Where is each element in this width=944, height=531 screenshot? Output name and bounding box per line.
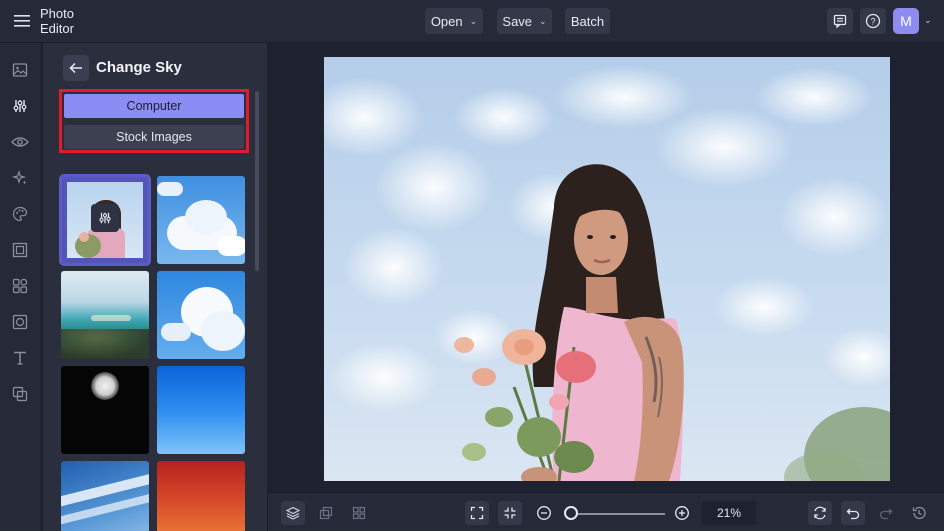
back-button[interactable]: [63, 55, 89, 81]
text-icon[interactable]: [9, 347, 31, 369]
change-sky-panel: Change Sky Computer Stock Images: [43, 43, 267, 531]
panel-scrollbar[interactable]: [255, 91, 259, 271]
redo-button[interactable]: [874, 501, 898, 525]
zoom-out-icon: [537, 506, 551, 520]
save-menu-button[interactable]: Save ⌄: [497, 8, 552, 34]
arrow-left-icon: [69, 62, 82, 74]
layers-button[interactable]: [281, 501, 305, 525]
help-button[interactable]: ?: [860, 8, 886, 34]
redo-icon: [879, 508, 893, 520]
chevron-down-icon: ⌄: [539, 15, 547, 26]
portrait-photo: [324, 57, 890, 481]
photo-canvas[interactable]: [324, 57, 890, 481]
sky-thumbnail-moon[interactable]: [61, 366, 149, 454]
adjustments-icon[interactable]: [9, 95, 31, 117]
avatar-initial: M: [900, 13, 912, 29]
collapse-icon: [504, 507, 516, 519]
sky-thumbnail-blue-gradient[interactable]: [157, 366, 245, 454]
refresh-icon: [814, 506, 826, 520]
batch-label: Batch: [570, 13, 605, 29]
stock-images-label: Stock Images: [116, 130, 192, 144]
zoom-out-button[interactable]: [532, 501, 556, 525]
frame-icon[interactable]: [9, 239, 31, 261]
zoom-in-button[interactable]: [670, 501, 694, 525]
app-title-button[interactable]: Photo Editor: [8, 6, 111, 36]
palette-icon[interactable]: [9, 203, 31, 225]
expand-icon: [470, 506, 484, 520]
chevron-down-icon: ⌄: [469, 15, 478, 26]
grid-button[interactable]: [347, 501, 371, 525]
chevron-down-icon[interactable]: ⌄: [924, 15, 932, 26]
photo-editor-app: Photo Editor Open ⌄ Save ⌄ Batch ? M ⌄ C…: [0, 0, 944, 531]
duplicate-icon: [319, 506, 333, 520]
comments-button[interactable]: [827, 8, 853, 34]
sky-thumbnail-current[interactable]: [59, 174, 151, 266]
save-label: Save: [502, 13, 533, 29]
top-bar: Photo Editor Open ⌄ Save ⌄ Batch ? M ⌄: [0, 0, 944, 43]
open-menu-button[interactable]: Open ⌄: [425, 8, 483, 34]
adjustments-icon: [99, 212, 111, 224]
overlay-icon[interactable]: [9, 311, 31, 333]
fit-screen-button[interactable]: [465, 501, 489, 525]
bottom-toolbar: 21%: [268, 492, 944, 531]
avatar[interactable]: M: [893, 8, 919, 34]
history-button[interactable]: [907, 501, 931, 525]
history-icon: [912, 506, 926, 520]
sky-thumbnail-streaky-clouds[interactable]: [61, 461, 149, 531]
undo-icon: [846, 508, 860, 520]
eye-icon[interactable]: [9, 131, 31, 153]
duplicate-button[interactable]: [314, 501, 338, 525]
layers-icon: [286, 506, 300, 520]
panel-title: Change Sky: [96, 59, 182, 76]
zoom-in-icon: [675, 506, 689, 520]
sky-thumbnail-coast[interactable]: [61, 271, 149, 359]
sky-source-group: Computer Stock Images: [59, 89, 249, 153]
sky-thumbnail-clouds-2[interactable]: [157, 271, 245, 359]
adjust-overlay-button[interactable]: [91, 204, 119, 232]
graphics-icon[interactable]: [9, 275, 31, 297]
app-title: Photo Editor: [40, 6, 74, 36]
layers-icon[interactable]: [9, 383, 31, 405]
stock-images-button[interactable]: Stock Images: [64, 125, 244, 149]
help-icon: ?: [865, 13, 881, 29]
sky-thumbnail-clouds[interactable]: [157, 176, 245, 264]
grid-icon: [352, 506, 366, 520]
open-label: Open: [430, 13, 463, 29]
tool-rail: [0, 43, 42, 531]
computer-button[interactable]: Computer: [64, 94, 244, 118]
computer-label: Computer: [126, 99, 182, 113]
comment-icon: [833, 14, 847, 28]
actual-size-button[interactable]: [498, 501, 522, 525]
zoom-slider-handle[interactable]: [564, 506, 578, 520]
zoom-level[interactable]: 21%: [702, 501, 756, 525]
sparkle-icon[interactable]: [9, 167, 31, 189]
sky-thumbnail-red-sunset[interactable]: [157, 461, 245, 531]
undo-button[interactable]: [841, 501, 865, 525]
zoom-slider-track[interactable]: [565, 513, 665, 515]
reset-button[interactable]: [808, 501, 832, 525]
batch-button[interactable]: Batch: [565, 8, 610, 34]
svg-text:?: ?: [870, 17, 875, 27]
canvas-workspace: [268, 43, 944, 492]
image-icon[interactable]: [9, 59, 31, 81]
